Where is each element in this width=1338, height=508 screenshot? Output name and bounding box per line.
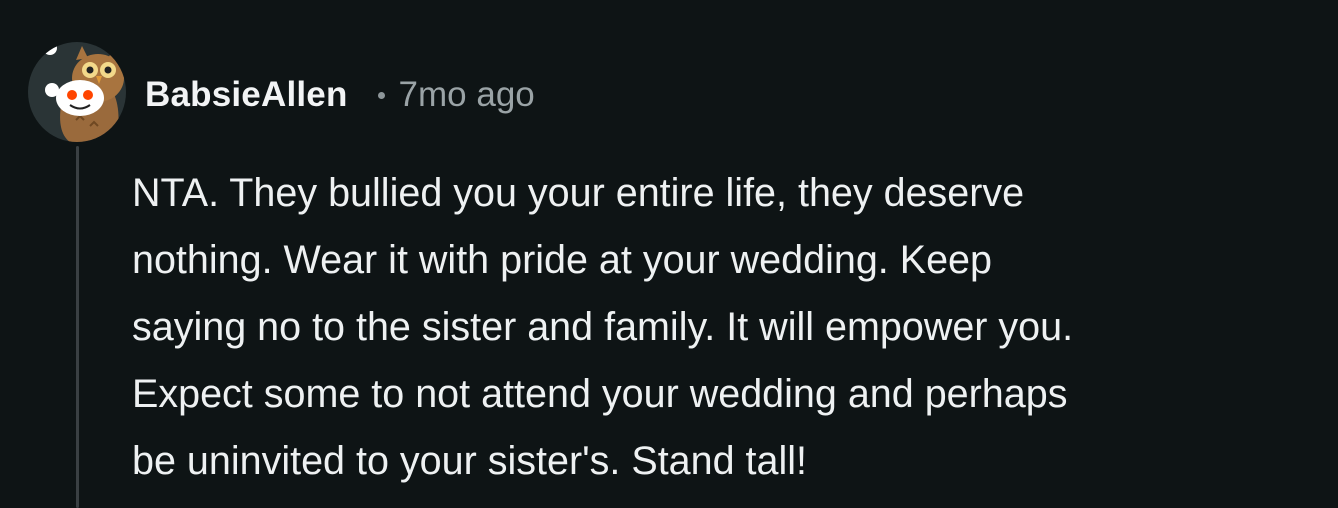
comment-header: BabsieAllen 7mo ago: [145, 74, 535, 116]
comment-timestamp[interactable]: 7mo ago: [399, 75, 535, 115]
separator-dot: [377, 91, 385, 99]
author-username[interactable]: BabsieAllen: [145, 75, 348, 115]
comment: BabsieAllen 7mo ago NTA. They bullied yo…: [0, 0, 1338, 508]
comment-body-line: be uninvited to your sister's. Stand tal…: [132, 439, 808, 483]
comment-body-line: NTA. They bullied you your entire life, …: [132, 171, 1025, 215]
comment-body-line: saying no to the sister and family. It w…: [132, 305, 1074, 349]
comment-body-line: Expect some to not attend your wedding a…: [132, 372, 1068, 416]
comment-body-line: nothing. Wear it with pride at your wedd…: [132, 238, 992, 282]
avatar[interactable]: [28, 42, 126, 142]
comment-body: NTA. They bullied you your entire life, …: [132, 160, 1322, 495]
snoo-owl-costume-icon: [28, 42, 126, 142]
thread-line[interactable]: [76, 146, 79, 508]
